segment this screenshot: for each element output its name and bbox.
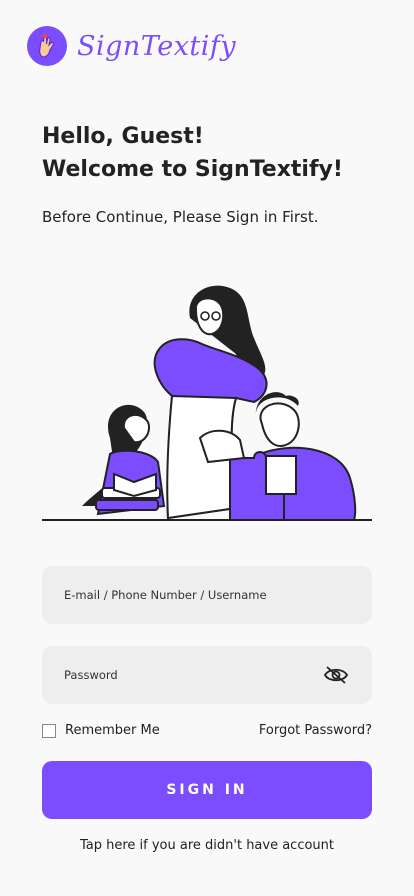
password-input[interactable] [64,668,322,682]
remember-me[interactable]: Remember Me [42,723,160,738]
greeting: Hello, Guest! Welcome to SignTextify! [42,120,343,186]
username-field[interactable] [42,566,372,624]
page-subtitle: Before Continue, Please Sign in First. [42,208,319,226]
greeting-line-2: Welcome to SignTextify! [42,157,343,182]
forgot-password-link[interactable]: Forgot Password? [259,723,372,738]
hand-sign-icon [27,26,67,66]
login-screen: SignTextify Hello, Guest! Welcome to Sig… [0,0,414,896]
brand-name: SignTextify [77,30,237,62]
eye-slash-icon[interactable] [322,661,350,689]
remember-checkbox[interactable] [42,723,56,738]
form-options: Remember Me Forgot Password? [42,723,372,738]
password-field[interactable] [42,646,372,704]
greeting-line-1: Hello, Guest! [42,124,204,149]
team-puzzle-illustration [42,285,372,521]
remember-label: Remember Me [65,723,160,738]
signup-link[interactable]: Tap here if you are didn't have account [0,838,414,853]
username-input[interactable] [64,588,350,602]
brand-header: SignTextify [27,26,236,66]
signin-button[interactable]: SIGN IN [42,761,372,819]
